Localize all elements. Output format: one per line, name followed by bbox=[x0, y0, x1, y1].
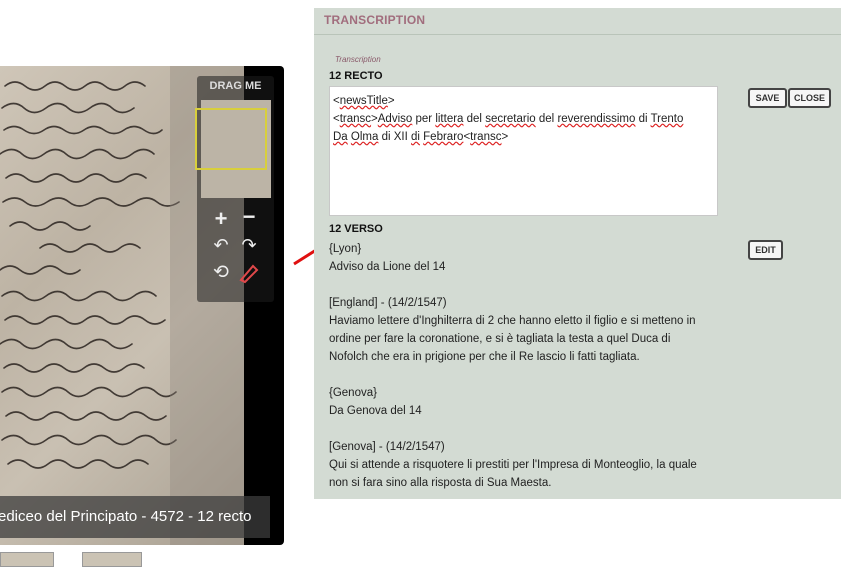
panel-header: TRANSCRIPTION bbox=[314, 8, 841, 35]
rotate-right-icon[interactable]: ↷ bbox=[237, 234, 261, 256]
panel-title: TRANSCRIPTION bbox=[324, 13, 426, 27]
verso-line: Qui si attende a risquotere li prestiti … bbox=[329, 459, 697, 471]
navigator-panel[interactable]: DRAG ME + − ↶ ↷ ⟲ bbox=[195, 76, 274, 302]
transcription-editor[interactable]: <newsTitle> <transc>Adviso per littera d… bbox=[329, 86, 718, 216]
recto-title: 12 RECTO bbox=[329, 70, 383, 82]
flip-icon[interactable] bbox=[237, 262, 261, 288]
refresh-icon[interactable]: ⟲ bbox=[209, 262, 233, 284]
editor-line: Da Olma di XII di Febraro<transc> bbox=[333, 131, 509, 143]
editor-line: <newsTitle> bbox=[333, 95, 395, 107]
close-button[interactable]: CLOSE bbox=[788, 88, 831, 108]
edit-button[interactable]: EDIT bbox=[748, 240, 783, 260]
image-caption-text: ediceo del Principato - 4572 - 12 recto bbox=[0, 508, 252, 525]
image-caption: ediceo del Principato - 4572 - 12 recto bbox=[0, 496, 270, 538]
image-viewer[interactable]: DRAG ME + − ↶ ↷ ⟲ ediceo del Principato … bbox=[0, 66, 284, 545]
verso-line: Haviamo lettere d'Inghilterra di 2 che h… bbox=[329, 315, 696, 327]
verso-line: [Genova] - (14/2/1547) bbox=[329, 441, 445, 453]
verso-line: ordine per fare la coronatione, e si è t… bbox=[329, 333, 671, 345]
verso-spacer bbox=[329, 276, 729, 294]
plus-icon[interactable]: + bbox=[209, 208, 233, 230]
transcription-field-label: Transcription bbox=[335, 55, 381, 64]
verso-line: Adviso da Lione del 14 bbox=[329, 261, 446, 273]
verso-transcription-text: {Lyon} Adviso da Lione del 14 [England] … bbox=[329, 240, 729, 492]
verso-line: non si fara sino alla risposta di Sua Ma… bbox=[329, 477, 552, 489]
transcription-panel: TRANSCRIPTION Transcription 12 RECTO <ne… bbox=[314, 8, 841, 499]
verso-spacer bbox=[329, 420, 729, 438]
navigator-viewport-frame[interactable] bbox=[195, 108, 267, 170]
drag-me-label[interactable]: DRAG ME bbox=[197, 80, 274, 92]
rotate-left-icon[interactable]: ↶ bbox=[209, 234, 233, 256]
editor-line: <transc>Adviso per littera del secretari… bbox=[333, 113, 684, 125]
verso-line: Da Genova del 14 bbox=[329, 405, 422, 417]
save-button[interactable]: SAVE bbox=[748, 88, 787, 108]
verso-line: {Genova} bbox=[329, 387, 377, 399]
verso-line: {Lyon} bbox=[329, 243, 362, 255]
verso-line: Nofolch che era in prigione per che il R… bbox=[329, 351, 640, 363]
verso-spacer bbox=[329, 366, 729, 384]
verso-title: 12 VERSO bbox=[329, 223, 383, 235]
page-thumbnail[interactable] bbox=[0, 552, 54, 567]
minus-icon[interactable]: − bbox=[237, 206, 261, 228]
verso-line: [England] - (14/2/1547) bbox=[329, 297, 447, 309]
page-thumbnail[interactable] bbox=[82, 552, 142, 567]
